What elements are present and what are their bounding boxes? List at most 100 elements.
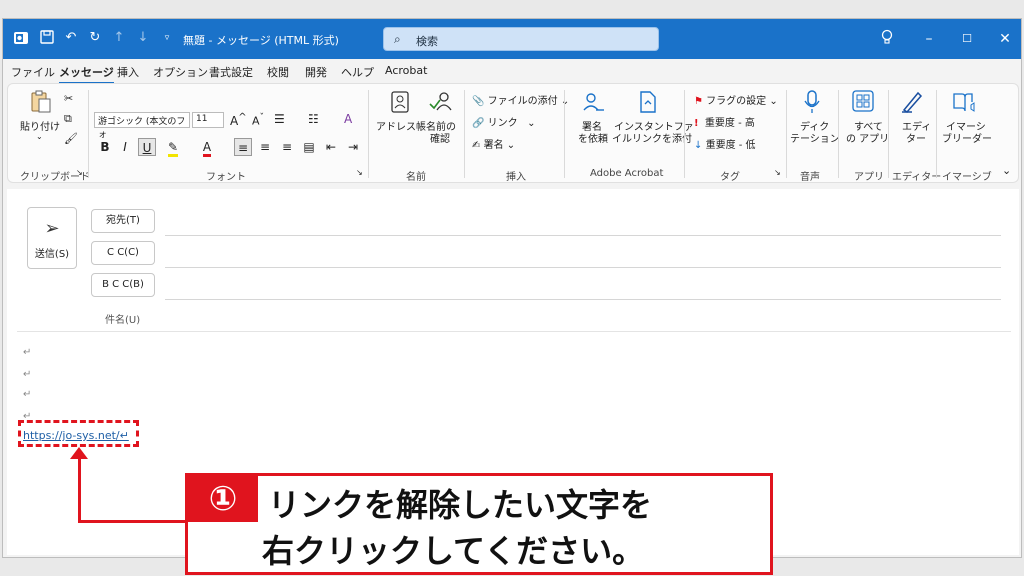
instruction-line-2: 右クリックしてください。 [262,532,645,570]
request-signature-icon[interactable] [582,90,606,114]
send-button[interactable]: ➢ 送信(S) [27,207,77,269]
close-button[interactable]: ✕ [995,29,1015,49]
send-label: 送信(S) [34,249,70,260]
menu-developer[interactable]: 開発 [305,64,327,80]
follow-up-flag-button[interactable]: ⚑ フラグの設定 ⌄ [694,92,778,107]
copy-icon[interactable]: ⧉ [64,112,72,126]
separator [684,90,685,178]
font-size-select[interactable]: 11 [192,112,224,128]
lightbulb-icon[interactable] [877,29,897,49]
editor-label-2[interactable]: ター [906,130,926,145]
instant-file-link-label-2[interactable]: イルリンクを添付 [612,130,692,145]
minimize-button[interactable]: – [919,29,939,49]
paste-dropdown-icon[interactable]: ⌄ [36,132,43,141]
apps-group-label: アプリ [854,172,884,183]
menu-insert[interactable]: 挿入 [117,64,139,80]
ribbon-collapse-icon[interactable]: ⌄ [1002,164,1011,177]
align-left-icon[interactable]: ≡ [234,138,252,156]
font-family-select[interactable]: 游ゴシック (本文のフォ [94,112,190,140]
cc-button[interactable]: C C(C) [91,241,155,265]
customize-toolbar-icon[interactable]: ▿ [159,30,175,46]
request-signature-label-2[interactable]: を依頼 [578,130,608,145]
separator [564,90,565,178]
paperclip-icon: 📎 [472,96,485,107]
dictate-label-2[interactable]: テーション [790,130,840,145]
exclamation-icon: ! [694,118,699,129]
check-names-icon[interactable] [428,90,452,114]
low-importance-button[interactable]: ↓ 重要度 - 低 [694,136,756,151]
high-importance-button[interactable]: ! 重要度 - 高 [694,114,755,129]
decrease-indent-icon[interactable]: ⇤ [322,138,340,156]
undo-icon[interactable]: ↶ [63,30,79,46]
search-box[interactable]: ⌕ 検索 [383,27,659,51]
to-button[interactable]: 宛先(T) [91,209,155,233]
paste-label[interactable]: 貼り付け [20,118,60,133]
bold-icon[interactable]: B [96,138,114,156]
shrink-font-icon[interactable]: Aˇ [252,112,264,128]
menu-file[interactable]: ファイル [11,64,55,80]
subject-label: 件名(U) [105,315,141,326]
bcc-button[interactable]: B C C(B) [91,273,155,297]
separator [464,90,465,178]
menu-options[interactable]: オプション [153,64,208,80]
paragraph-mark: ↵ [23,389,32,400]
grow-font-icon[interactable]: A^ [230,112,247,128]
justify-icon[interactable]: ▤ [300,138,318,156]
link-button[interactable]: 🔗 リンク ⌄ [472,114,536,129]
menu-format[interactable]: 書式設定 [209,64,253,80]
editor-pen-icon[interactable] [900,90,924,114]
save-icon[interactable] [39,30,55,46]
italic-icon[interactable]: I [116,138,134,156]
down-arrow-icon[interactable]: ↓ [135,30,151,46]
bullets-icon[interactable]: ☰ [274,112,285,126]
cut-icon[interactable]: ✂ [64,92,73,105]
link-label: リンク [487,118,518,129]
underline-icon[interactable]: U [138,138,156,156]
font-launcher-icon[interactable]: ↘ [356,168,363,177]
menu-message[interactable]: メッセージ [59,64,114,84]
editor-group-label: エディター [892,172,942,183]
signature-button[interactable]: ✍ 署名 ⌄ [472,136,515,151]
immersive-reader-icon[interactable] [952,90,976,114]
step-number: ① [188,476,258,522]
instruction-line-1: リンクを解除したい文字を [268,486,653,524]
tags-group-label: タグ [720,172,740,183]
tags-launcher-icon[interactable]: ↘ [774,168,781,177]
up-arrow-icon[interactable]: ↑ [111,30,127,46]
align-center-icon[interactable]: ≡ [256,138,274,156]
separator [838,90,839,178]
styles-icon[interactable]: A [344,112,352,126]
bcc-field[interactable] [165,299,1001,300]
redo-icon[interactable]: ↻ [87,30,103,46]
menu-review[interactable]: 校閲 [267,64,289,80]
font-color-icon[interactable]: A [198,138,216,157]
paste-icon[interactable] [30,90,54,114]
menu-bar: ファイル メッセージ 挿入 オプション 書式設定 校閲 開発 ヘルプ Acrob… [3,59,1021,84]
cc-field[interactable] [165,267,1001,268]
menu-help[interactable]: ヘルプ [341,64,374,80]
flag-label: フラグの設定 [706,96,767,107]
align-right-icon[interactable]: ≡ [278,138,296,156]
immersive-reader-label-2[interactable]: ブリーダー [942,130,992,145]
menu-acrobat[interactable]: Acrobat [385,64,427,77]
address-book-icon[interactable] [390,90,414,114]
maximize-button[interactable]: ☐ [957,29,977,49]
subject-field[interactable] [17,331,1011,332]
highlight-icon[interactable]: ✎ [164,138,182,157]
paragraph-mark: ↵ [23,369,32,380]
format-painter-icon[interactable]: 🖌 [64,132,78,145]
to-field[interactable] [165,235,1001,236]
microphone-icon[interactable] [802,90,826,114]
separator [786,90,787,178]
numbering-icon[interactable]: ☷ [308,112,319,126]
clipboard-launcher-icon[interactable]: ↘ [76,168,83,177]
address-book-label[interactable]: アドレス帳 [376,118,426,133]
check-names-label-2[interactable]: 確認 [430,130,450,145]
all-apps-label-2[interactable]: の アプリ [846,130,889,145]
highlight-box [18,420,139,447]
increase-indent-icon[interactable]: ⇥ [344,138,362,156]
apps-grid-icon[interactable] [852,90,876,114]
instant-file-link-icon[interactable] [638,90,662,114]
attach-file-button[interactable]: 📎 ファイルの添付 ⌄ [472,92,569,107]
font-group-label: フォント [206,172,246,183]
